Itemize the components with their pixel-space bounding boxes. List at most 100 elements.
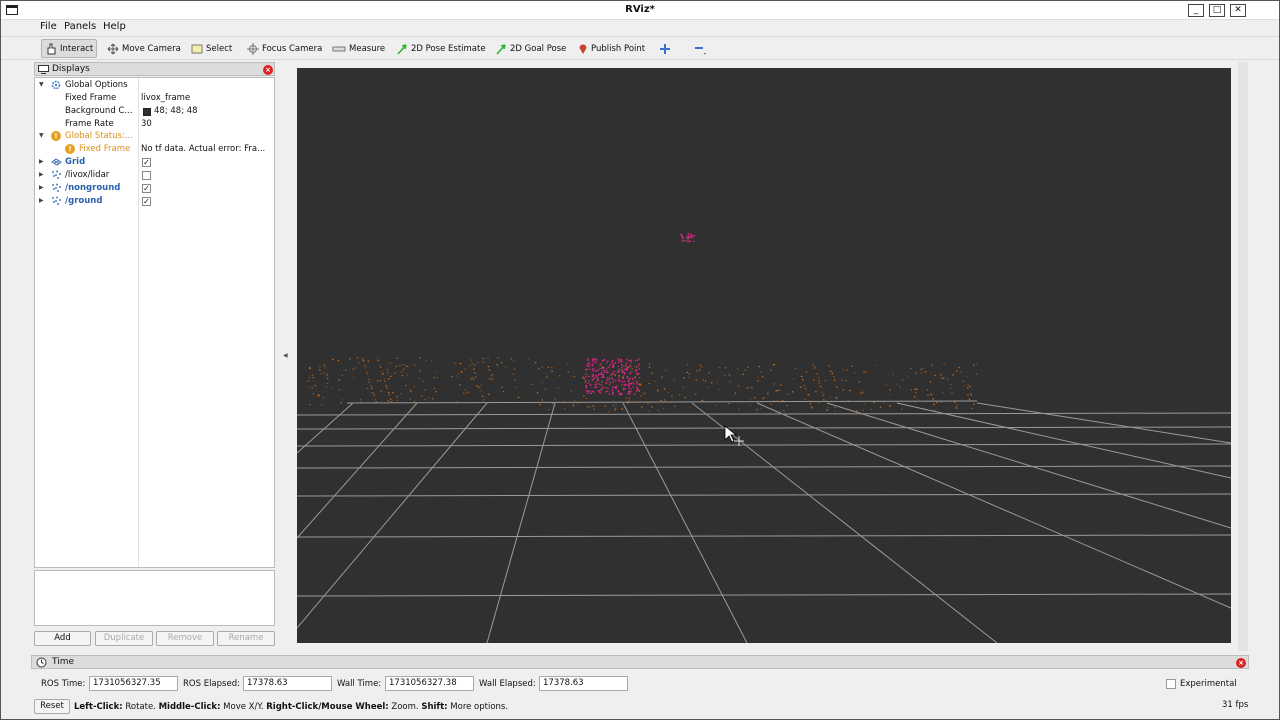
ground-point	[359, 399, 361, 401]
ground-point	[487, 366, 490, 368]
menu-file[interactable]: File	[40, 21, 57, 32]
tool-focus-camera[interactable]: Focus Camera	[244, 39, 325, 58]
hint-left-text: Rotate.	[122, 702, 159, 712]
nonground-point	[622, 377, 625, 380]
close-displays-icon[interactable]: ×	[263, 65, 273, 75]
expand-arrow-icon[interactable]: ▶	[39, 197, 44, 204]
tool-2d-goal-pose[interactable]: 2D Goal Pose	[492, 39, 569, 58]
ground-point	[931, 364, 933, 366]
background-color-value[interactable]: 48; 48; 48	[154, 106, 198, 116]
tree-row-nonground[interactable]: ▶ /nonground ✓	[35, 182, 274, 195]
ground-point	[814, 366, 816, 368]
ground-point	[308, 366, 311, 368]
ground-point	[762, 397, 764, 399]
nonground-point	[620, 392, 622, 394]
nonground-point	[607, 366, 609, 369]
collapse-left-arrow-icon[interactable]: ◀	[283, 352, 288, 359]
ground-point	[956, 370, 958, 372]
rename-display-button[interactable]: Rename	[217, 631, 275, 646]
tree-row-fixed-frame-status[interactable]: ! Fixed Frame No tf data. Actual error: …	[35, 143, 274, 156]
nonground-point	[597, 369, 599, 371]
expand-arrow-icon[interactable]: ▼	[39, 132, 44, 139]
menu-help[interactable]: Help	[103, 21, 126, 32]
ground-checkbox[interactable]: ✓	[142, 197, 151, 206]
tree-row-global-options[interactable]: ▼ Global Options	[35, 79, 274, 92]
ground-point	[729, 380, 731, 382]
expand-arrow-icon[interactable]: ▼	[39, 81, 44, 88]
reset-button[interactable]: Reset	[34, 699, 70, 714]
fixed-frame-value[interactable]: livox_frame	[141, 93, 190, 103]
ground-point	[863, 403, 865, 405]
tree-row-fixed-frame[interactable]: Fixed Frame livox_frame	[35, 92, 274, 105]
ground-point	[418, 377, 420, 379]
ros-time-field[interactable]: 1731056327.35	[89, 676, 178, 691]
tool-2d-pose-estimate[interactable]: 2D Pose Estimate	[393, 39, 489, 58]
tree-row-global-status[interactable]: ▼ ! Global Status:...	[35, 130, 274, 143]
ground-point	[424, 389, 426, 391]
menu-panels[interactable]: Panels	[64, 21, 96, 32]
tool-interact[interactable]: Interact	[41, 39, 98, 58]
wall-time-field[interactable]: 1731056327.38	[385, 676, 474, 691]
render-viewport[interactable]	[297, 68, 1231, 643]
ground-point	[792, 378, 795, 380]
tool-publish-point[interactable]: Publish Point	[575, 39, 648, 58]
minimize-button[interactable]: _	[1188, 4, 1204, 17]
remove-display-button[interactable]: Remove	[156, 631, 214, 646]
tool-move-camera[interactable]: Move Camera	[104, 39, 184, 58]
tree-row-grid[interactable]: ▶ Grid ✓	[35, 156, 274, 169]
maximize-button[interactable]: □	[1209, 4, 1225, 17]
ground-point	[483, 399, 485, 401]
ground-point	[474, 372, 476, 374]
ground-point	[374, 398, 377, 401]
nonground-point	[632, 381, 634, 383]
expand-arrow-icon[interactable]: ▶	[39, 171, 44, 178]
expand-arrow-icon[interactable]: ▶	[39, 158, 44, 165]
ground-point	[829, 396, 832, 398]
remove-tool-button[interactable]	[690, 39, 710, 58]
nonground-point	[688, 240, 690, 243]
tool-measure-label: Measure	[349, 43, 386, 54]
ground-point	[930, 393, 932, 395]
duplicate-display-button[interactable]: Duplicate	[95, 631, 153, 646]
ground-point	[645, 401, 647, 403]
tree-row-label: Background C...	[65, 106, 133, 116]
right-dock-splitter[interactable]	[1238, 62, 1248, 651]
experimental-checkbox[interactable]	[1166, 679, 1176, 689]
color-swatch[interactable]	[143, 108, 151, 116]
nonground-point	[638, 377, 641, 379]
nonground-point	[595, 386, 597, 388]
tree-row-background-color[interactable]: Background C... 48; 48; 48	[35, 105, 274, 118]
add-display-button[interactable]: Add	[34, 631, 91, 646]
ground-point	[409, 398, 411, 400]
ground-point	[704, 380, 707, 382]
ros-elapsed-field[interactable]: 17378.63	[243, 676, 332, 691]
nonground-point	[630, 360, 632, 363]
close-window-button[interactable]: ✕	[1230, 4, 1246, 17]
grid-checkbox[interactable]: ✓	[142, 158, 151, 167]
ground-point	[760, 371, 762, 373]
nonground-point	[595, 374, 597, 377]
ground-point	[573, 400, 576, 402]
ground-point	[701, 400, 703, 402]
nonground-point	[588, 375, 590, 377]
frame-rate-value[interactable]: 30	[141, 119, 152, 129]
ground-point	[642, 393, 645, 395]
tree-row-ground[interactable]: ▶ /ground ✓	[35, 195, 274, 208]
livox-lidar-checkbox[interactable]	[142, 171, 151, 180]
ground-point	[318, 395, 320, 397]
expand-arrow-icon[interactable]: ▶	[39, 184, 44, 191]
ground-point	[746, 387, 749, 389]
ground-point	[756, 409, 758, 411]
nonground-point	[624, 388, 626, 390]
ground-point	[665, 369, 667, 372]
tool-measure[interactable]: Measure	[329, 39, 388, 58]
tool-select[interactable]: Select	[188, 39, 235, 58]
add-tool-button[interactable]	[656, 39, 674, 58]
close-time-icon[interactable]: ×	[1236, 658, 1246, 668]
tree-row-livox-lidar[interactable]: ▶ /livox/lidar	[35, 169, 274, 182]
tree-row-label: /ground	[65, 196, 103, 206]
nonground-checkbox[interactable]: ✓	[142, 184, 151, 193]
wall-elapsed-field[interactable]: 17378.63	[539, 676, 628, 691]
ground-point	[451, 375, 453, 378]
ground-point	[833, 379, 836, 381]
